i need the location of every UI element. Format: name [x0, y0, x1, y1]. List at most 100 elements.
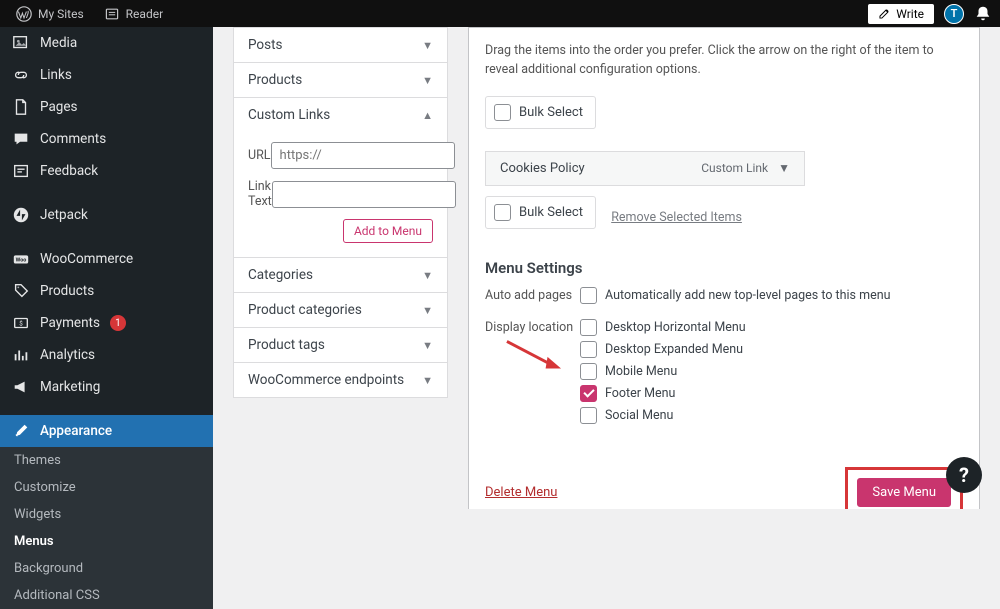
auto-add-checkbox[interactable] [580, 287, 597, 304]
loc-desktop-expanded-checkbox[interactable] [580, 341, 597, 358]
link-icon [12, 66, 30, 84]
delete-menu-link[interactable]: Delete Menu [485, 485, 557, 500]
feedback-icon [12, 162, 30, 180]
link-text-input[interactable] [272, 181, 456, 208]
metabox-product-tags-toggle[interactable]: Product tags ▼ [234, 328, 447, 362]
my-sites-label: My Sites [38, 7, 84, 21]
sidebar-item-links[interactable]: Links [0, 59, 213, 91]
sidebar-item-payments[interactable]: $ Payments 1 [0, 307, 213, 339]
media-icon [12, 34, 30, 52]
arrow-annotation [505, 337, 563, 377]
sidebar-item-products[interactable]: Products [0, 275, 213, 307]
write-label: Write [896, 7, 924, 21]
loc-social-checkbox[interactable] [580, 407, 597, 424]
page-icon [12, 98, 30, 116]
bulk-select-top[interactable]: Bulk Select [485, 96, 596, 129]
menu-item-title: Cookies Policy [500, 161, 585, 176]
sidebar-item-pages[interactable]: Pages [0, 91, 213, 123]
comment-icon [12, 130, 30, 148]
brush-icon [12, 422, 30, 440]
sidebar-item-comments[interactable]: Comments [0, 123, 213, 155]
submenu-widgets[interactable]: Widgets [0, 501, 213, 528]
chevron-down-icon: ▼ [778, 161, 790, 175]
bell-icon[interactable] [974, 5, 992, 23]
loc-mobile-checkbox[interactable] [580, 363, 597, 380]
bulk-select-checkbox[interactable] [494, 204, 511, 221]
sidebar-label: Jetpack [40, 207, 88, 223]
metabox-products-toggle[interactable]: Products ▼ [234, 63, 447, 97]
reader-link[interactable]: Reader [96, 0, 171, 27]
svg-text:$: $ [19, 320, 23, 328]
bulk-select-checkbox[interactable] [494, 104, 511, 121]
admin-topbar: My Sites Reader Write T [0, 0, 1000, 27]
display-location-label: Display location [485, 319, 580, 335]
auto-add-option-label: Automatically add new top-level pages to… [605, 288, 891, 303]
add-to-menu-button[interactable]: Add to Menu [343, 219, 433, 243]
sidebar-label: Products [40, 283, 94, 299]
payments-icon: $ [12, 314, 30, 332]
bulk-select-label: Bulk Select [519, 205, 583, 220]
sidebar-label: Comments [40, 131, 106, 147]
chevron-down-icon: ▼ [422, 304, 433, 317]
reader-icon [104, 6, 120, 22]
submenu-menus[interactable]: Menus [0, 528, 213, 555]
menu-item-cookies-policy[interactable]: Cookies Policy Custom Link ▼ [485, 151, 805, 186]
sidebar-item-analytics[interactable]: Analytics [0, 339, 213, 371]
sidebar-item-marketing[interactable]: Marketing [0, 371, 213, 403]
loc-label: Social Menu [605, 408, 673, 423]
analytics-icon [12, 346, 30, 364]
url-input[interactable] [271, 142, 455, 169]
pen-icon [878, 7, 891, 20]
metabox-title: Products [248, 72, 302, 88]
loc-label: Mobile Menu [605, 364, 677, 379]
sidebar-item-media[interactable]: Media [0, 27, 213, 59]
submenu-themes[interactable]: Themes [0, 447, 213, 474]
metabox-title: Posts [248, 37, 282, 53]
reader-label: Reader [126, 7, 163, 21]
loc-footer-checkbox[interactable] [580, 385, 597, 402]
metabox-categories-toggle[interactable]: Categories ▼ [234, 258, 447, 292]
chevron-down-icon: ▼ [422, 39, 433, 52]
products-icon [12, 282, 30, 300]
user-avatar[interactable]: T [944, 4, 964, 24]
instructions-text: Drag the items into the order you prefer… [469, 28, 979, 90]
metabox-title: Product tags [248, 337, 325, 353]
add-items-metaboxes: Posts ▼ Products ▼ Custom Links ▲ [233, 27, 448, 398]
url-label: URL [248, 148, 271, 163]
chevron-down-icon: ▼ [422, 74, 433, 87]
my-sites-link[interactable]: My Sites [8, 0, 92, 27]
save-menu-button[interactable]: Save Menu [857, 478, 951, 507]
bulk-select-bottom[interactable]: Bulk Select [485, 196, 596, 229]
chevron-up-icon: ▲ [422, 109, 433, 122]
metabox-title: Product categories [248, 302, 362, 318]
appearance-submenu: Themes Customize Widgets Menus Backgroun… [0, 447, 213, 609]
payments-badge: 1 [110, 315, 126, 331]
write-button[interactable]: Write [868, 4, 934, 24]
metabox-woo-endpoints-toggle[interactable]: WooCommerce endpoints ▼ [234, 363, 447, 397]
auto-add-label: Auto add pages [485, 287, 580, 303]
metabox-custom-links-toggle[interactable]: Custom Links ▲ [234, 98, 447, 132]
sidebar-item-woocommerce[interactable]: Woo WooCommerce [0, 243, 213, 275]
metabox-product-categories-toggle[interactable]: Product categories ▼ [234, 293, 447, 327]
sidebar-item-appearance[interactable]: Appearance [0, 415, 213, 447]
sidebar-label: Links [40, 67, 72, 83]
submenu-additional-css[interactable]: Additional CSS [0, 582, 213, 609]
sidebar-label: Appearance [40, 423, 112, 439]
sidebar-label: Pages [40, 99, 78, 115]
sidebar-label: WooCommerce [40, 251, 133, 267]
submenu-customize[interactable]: Customize [0, 474, 213, 501]
submenu-background[interactable]: Background [0, 555, 213, 582]
admin-sidebar: Media Links Pages Comments Feedback Jetp… [0, 27, 213, 509]
sidebar-label: Payments [40, 315, 100, 331]
loc-desktop-horizontal-checkbox[interactable] [580, 319, 597, 336]
help-fab[interactable]: ? [946, 457, 982, 493]
remove-selected-link[interactable]: Remove Selected Items [611, 210, 742, 225]
sidebar-item-feedback[interactable]: Feedback [0, 155, 213, 187]
sidebar-item-jetpack[interactable]: Jetpack [0, 199, 213, 231]
chevron-down-icon: ▼ [422, 374, 433, 387]
metabox-posts-toggle[interactable]: Posts ▼ [234, 28, 447, 62]
metabox-title: Custom Links [248, 107, 330, 123]
wordpress-icon [16, 6, 32, 22]
sidebar-label: Media [40, 35, 77, 51]
menu-settings-heading: Menu Settings [485, 259, 963, 277]
